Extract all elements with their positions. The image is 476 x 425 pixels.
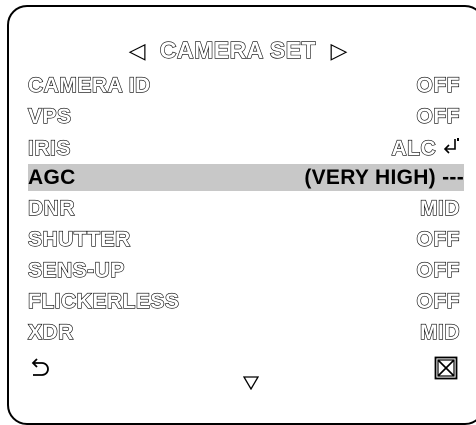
menu-row-dnr[interactable]: DNR MID <box>27 195 460 222</box>
row-value: ALC <box>391 136 437 160</box>
menu-header: ◁ CAMERA SET ▷ <box>0 36 476 64</box>
left-triangle-icon[interactable]: ◁ <box>129 38 146 63</box>
row-value: OFF <box>416 227 460 251</box>
row-value: MID <box>419 320 460 344</box>
row-label: SENS-UP <box>27 258 125 282</box>
row-value: (VERY HIGH) --- <box>304 166 464 189</box>
row-label: VPS <box>27 104 72 128</box>
row-value: OFF <box>416 289 460 313</box>
row-value: OFF <box>416 73 460 97</box>
row-label: AGC <box>28 166 76 189</box>
row-label: FLICKERLESS <box>27 289 180 313</box>
row-value: MID <box>419 196 460 220</box>
menu-title: CAMERA SET <box>159 36 317 63</box>
right-triangle-icon[interactable]: ▷ <box>331 38 348 63</box>
row-value: OFF <box>416 258 460 282</box>
row-value-group: ALC <box>391 135 460 162</box>
menu-row-vps[interactable]: VPS OFF <box>27 103 460 130</box>
row-value: OFF <box>416 104 460 128</box>
row-label: XDR <box>27 320 74 344</box>
return-icon[interactable] <box>28 356 52 380</box>
menu-row-camera-id[interactable]: CAMERA ID OFF <box>27 72 460 99</box>
menu-row-iris[interactable]: IRIS ALC <box>27 135 460 162</box>
row-label: SHUTTER <box>27 227 131 251</box>
enter-icon[interactable] <box>442 137 460 157</box>
menu-row-flickerless[interactable]: FLICKERLESS OFF <box>27 288 460 315</box>
row-label: CAMERA ID <box>27 73 151 97</box>
down-triangle-icon[interactable] <box>243 376 259 390</box>
menu-row-shutter[interactable]: SHUTTER OFF <box>27 226 460 253</box>
close-box-icon[interactable] <box>434 356 458 380</box>
menu-row-sens-up[interactable]: SENS-UP OFF <box>27 257 460 284</box>
menu-row-agc[interactable]: AGC (VERY HIGH) --- <box>28 164 464 191</box>
row-label: DNR <box>27 196 75 220</box>
menu-row-xdr[interactable]: XDR MID <box>27 319 460 346</box>
row-label: IRIS <box>27 136 71 160</box>
